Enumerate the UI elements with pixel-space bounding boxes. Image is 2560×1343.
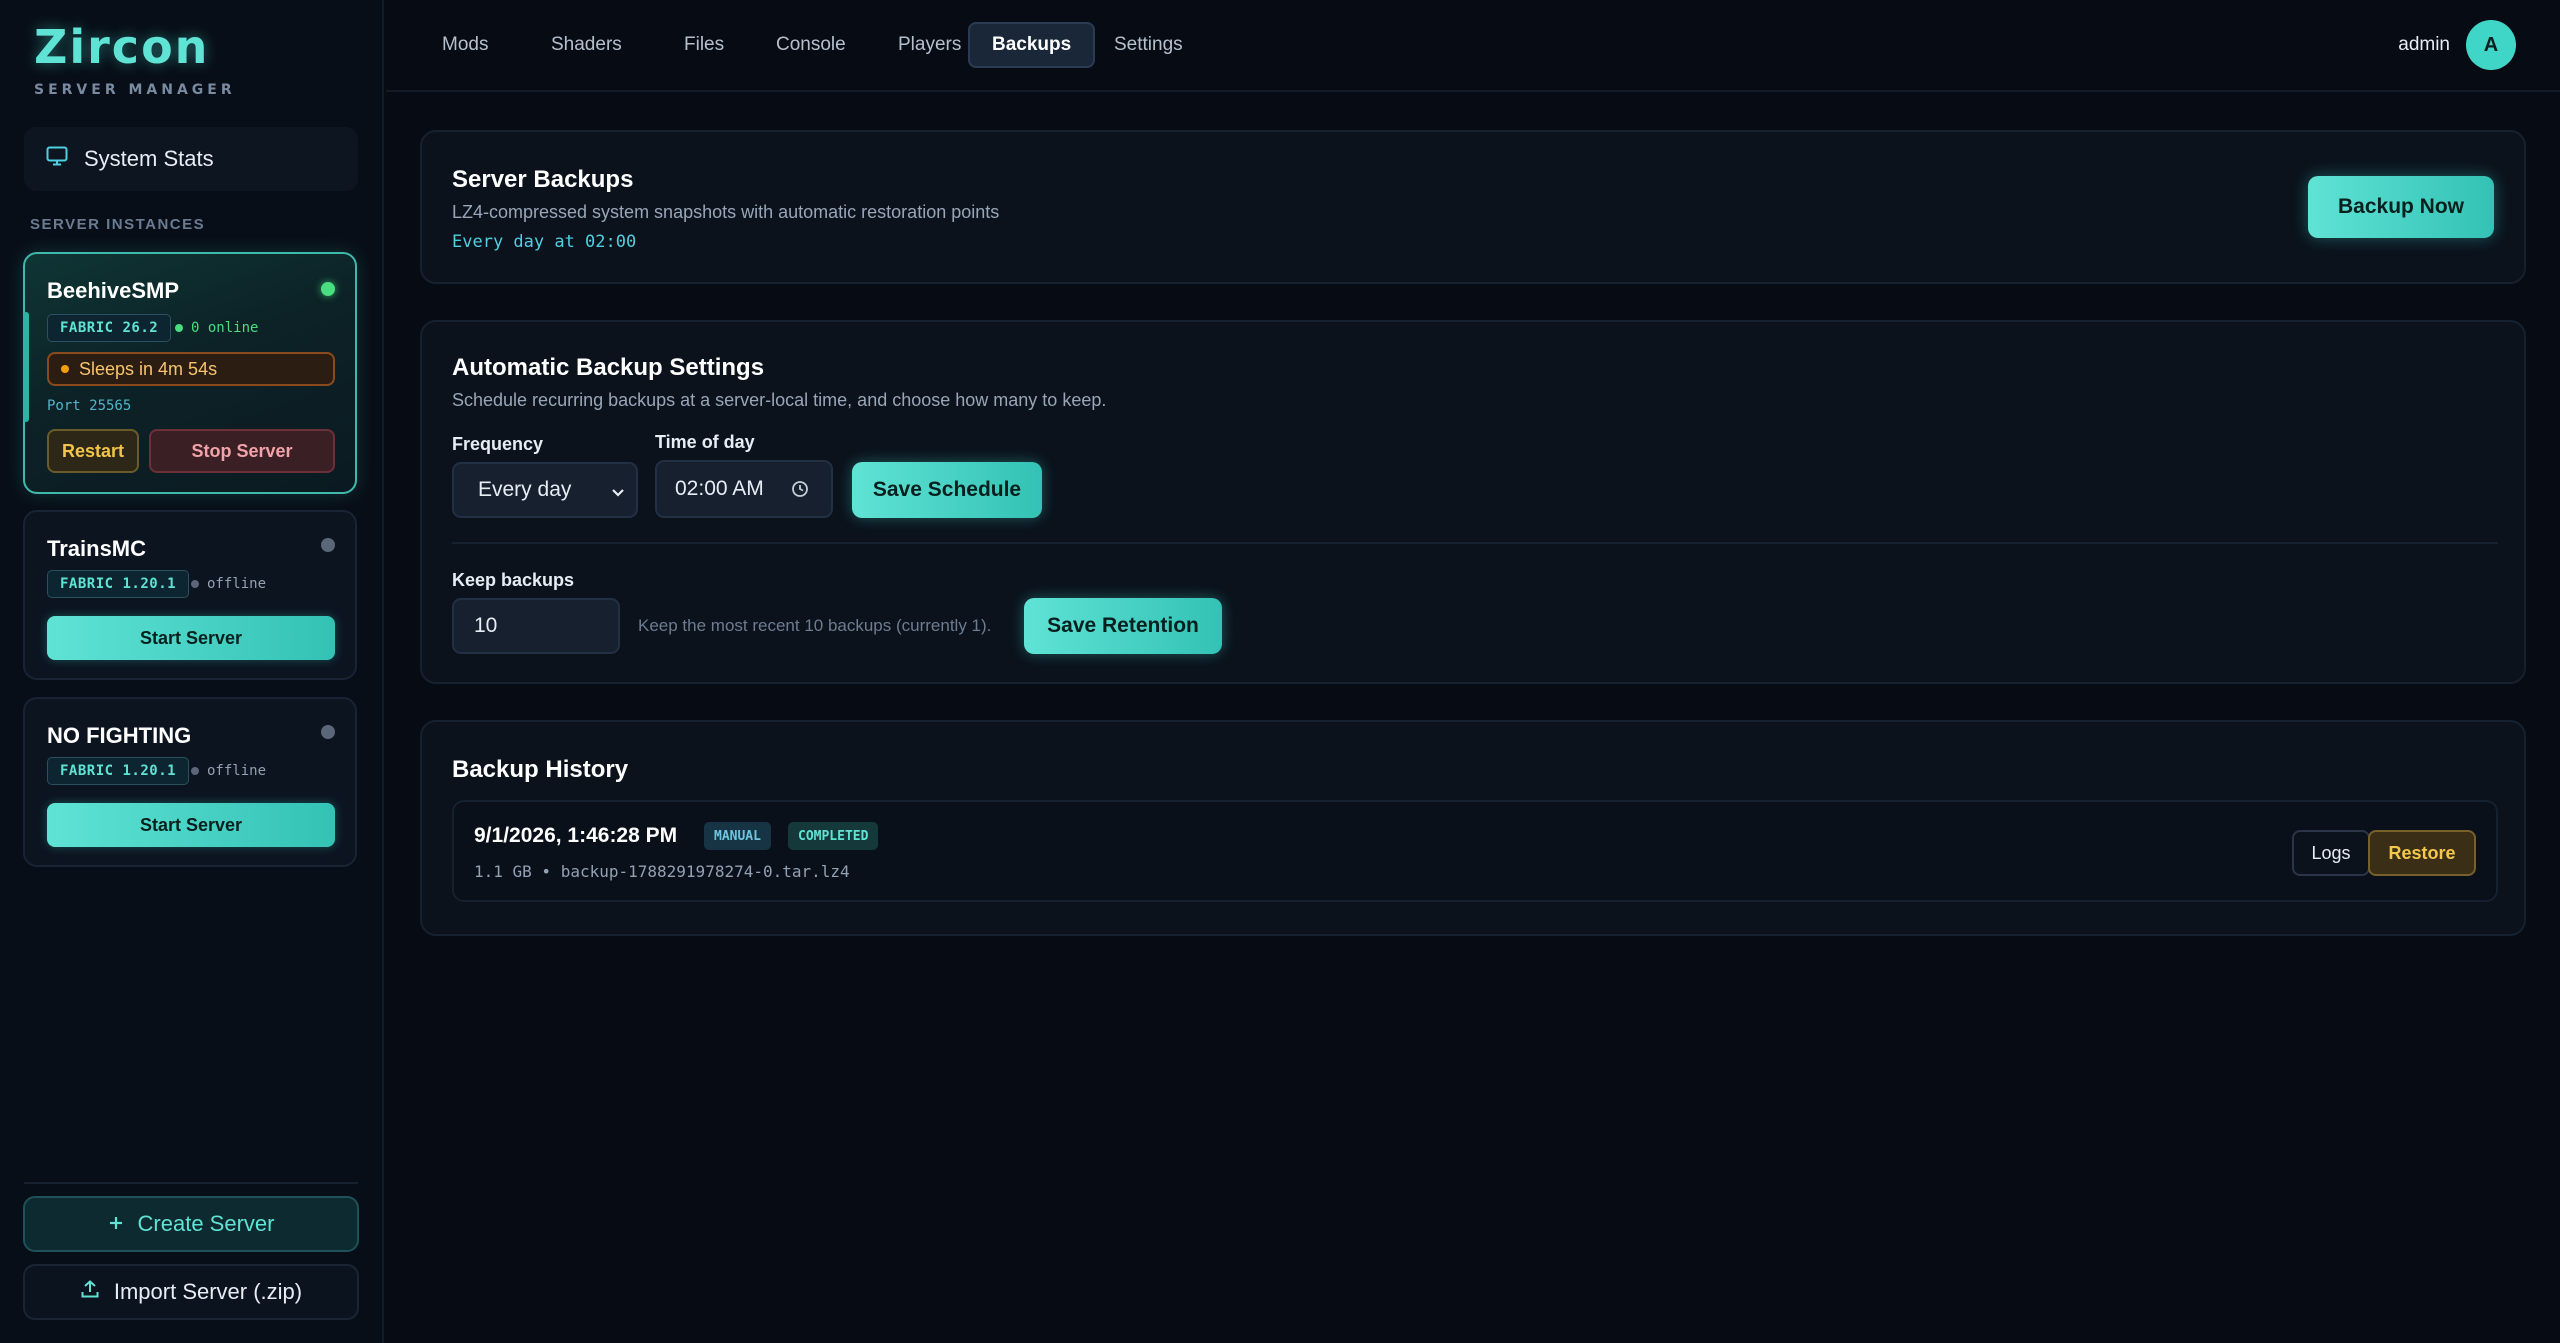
panel-subtitle: Schedule recurring backups at a server-l… [452, 390, 1107, 410]
restore-button[interactable]: Restore [2368, 830, 2476, 876]
online-dot [175, 324, 183, 332]
server-card-trainsmc[interactable]: TrainsMC FABRIC 1.20.1 offline Start Ser… [23, 510, 357, 680]
settings-divider [452, 542, 2498, 544]
chevron-down-icon [610, 482, 626, 506]
server-name: NO FIGHTING [47, 723, 192, 748]
online-text: 0 online [191, 320, 259, 336]
backup-type-tag: MANUAL [704, 822, 771, 850]
backup-history-item: 9/1/2026, 1:46:28 PM MANUAL COMPLETED 1.… [452, 800, 2498, 902]
keep-backups-hint: Keep the most recent 10 backups (current… [638, 616, 992, 635]
time-of-day-input[interactable]: 02:00 AM [655, 460, 833, 518]
top-navigation: Mods Shaders Files Console Players Backu… [386, 0, 2560, 92]
start-server-button[interactable]: Start Server [47, 803, 335, 847]
frequency-select[interactable]: Every day [452, 462, 638, 518]
tab-mods[interactable]: Mods [420, 22, 510, 68]
backup-history-panel: Backup History 9/1/2026, 1:46:28 PM MANU… [420, 720, 2526, 936]
version-badge: FABRIC 1.20.1 [47, 570, 190, 598]
backup-now-button[interactable]: Backup Now [2308, 176, 2494, 238]
panel-title: Server Backups [452, 166, 634, 193]
backup-meta: 1.1 GB • backup-1788291978274-0.tar.lz4 [474, 862, 850, 881]
upload-icon [80, 1279, 100, 1305]
brand-subtitle: SERVER MANAGER [34, 82, 236, 98]
status-dot [321, 538, 335, 552]
server-card-beehivesmp[interactable]: BeehiveSMP FABRIC 26.2 0 online Sleeps i… [23, 252, 357, 494]
avatar[interactable]: A [2466, 20, 2516, 70]
frequency-value: Every day [478, 478, 572, 501]
create-server-label: Create Server [137, 1211, 275, 1236]
online-status: 0 online [175, 320, 258, 336]
backup-settings-panel: Automatic Backup Settings Schedule recur… [420, 320, 2526, 684]
server-card-no-fighting[interactable]: NO FIGHTING FABRIC 1.20.1 offline Start … [23, 697, 357, 867]
panel-title: Automatic Backup Settings [452, 354, 765, 381]
keep-backups-label: Keep backups [452, 570, 575, 590]
plus-icon [108, 1211, 124, 1237]
sidebar-divider [24, 1182, 358, 1184]
version-badge: FABRIC 26.2 [47, 314, 172, 342]
brand-logo[interactable]: Zircon SERVER MANAGER [34, 20, 236, 98]
offline-text: offline [207, 763, 267, 779]
server-name: BeehiveSMP [47, 278, 180, 303]
tab-console[interactable]: Console [754, 22, 868, 68]
version-badge: FABRIC 1.20.1 [47, 757, 190, 785]
server-port: Port 25565 [47, 398, 132, 414]
server-backups-panel: Server Backups LZ4-compressed system sna… [420, 130, 2526, 284]
tab-files[interactable]: Files [662, 22, 746, 68]
stop-server-button[interactable]: Stop Server [149, 429, 335, 473]
sidebar: Zircon SERVER MANAGER System Stats SERVE… [0, 0, 384, 1343]
frequency-label: Frequency [452, 434, 544, 454]
backup-status-tag: COMPLETED [788, 822, 879, 850]
time-label: Time of day [655, 432, 755, 452]
save-retention-button[interactable]: Save Retention [1024, 598, 1222, 654]
username[interactable]: admin [2398, 34, 2450, 56]
panel-title: Backup History [452, 756, 629, 783]
tab-shaders[interactable]: Shaders [529, 22, 644, 68]
sleep-dot [61, 365, 69, 373]
time-value: 02:00 AM [675, 477, 764, 500]
sleep-text: Sleeps in 4m 54s [79, 358, 218, 379]
status-dot [321, 725, 335, 739]
create-server-button[interactable]: Create Server [23, 1196, 359, 1252]
offline-status: offline [191, 763, 266, 779]
server-name: TrainsMC [47, 536, 147, 561]
offline-dot [191, 580, 199, 588]
clock-icon[interactable] [791, 480, 809, 504]
keep-backups-input[interactable]: 10 [452, 598, 620, 654]
start-server-button[interactable]: Start Server [47, 616, 335, 660]
panel-subtitle: LZ4-compressed system snapshots with aut… [452, 202, 1000, 222]
system-stats-button[interactable]: System Stats [24, 127, 358, 191]
tab-backups[interactable]: Backups [968, 22, 1096, 68]
system-stats-label: System Stats [84, 146, 214, 171]
backup-date: 9/1/2026, 1:46:28 PM [474, 824, 678, 847]
restart-button[interactable]: Restart [47, 429, 139, 473]
offline-status: offline [191, 576, 266, 592]
tab-settings[interactable]: Settings [1092, 22, 1205, 68]
import-server-button[interactable]: Import Server (.zip) [23, 1264, 359, 1320]
schedule-summary: Every day at 02:00 [452, 232, 637, 252]
server-instances-label: SERVER INSTANCES [30, 216, 206, 233]
brand-name: Zircon [34, 20, 210, 74]
offline-dot [191, 767, 199, 775]
logs-button[interactable]: Logs [2292, 830, 2370, 876]
import-server-label: Import Server (.zip) [113, 1279, 303, 1304]
offline-text: offline [207, 576, 267, 592]
sleep-timer-badge: Sleeps in 4m 54s [47, 352, 335, 386]
save-schedule-button[interactable]: Save Schedule [852, 462, 1042, 518]
status-dot [321, 282, 335, 296]
monitor-icon [46, 146, 68, 172]
